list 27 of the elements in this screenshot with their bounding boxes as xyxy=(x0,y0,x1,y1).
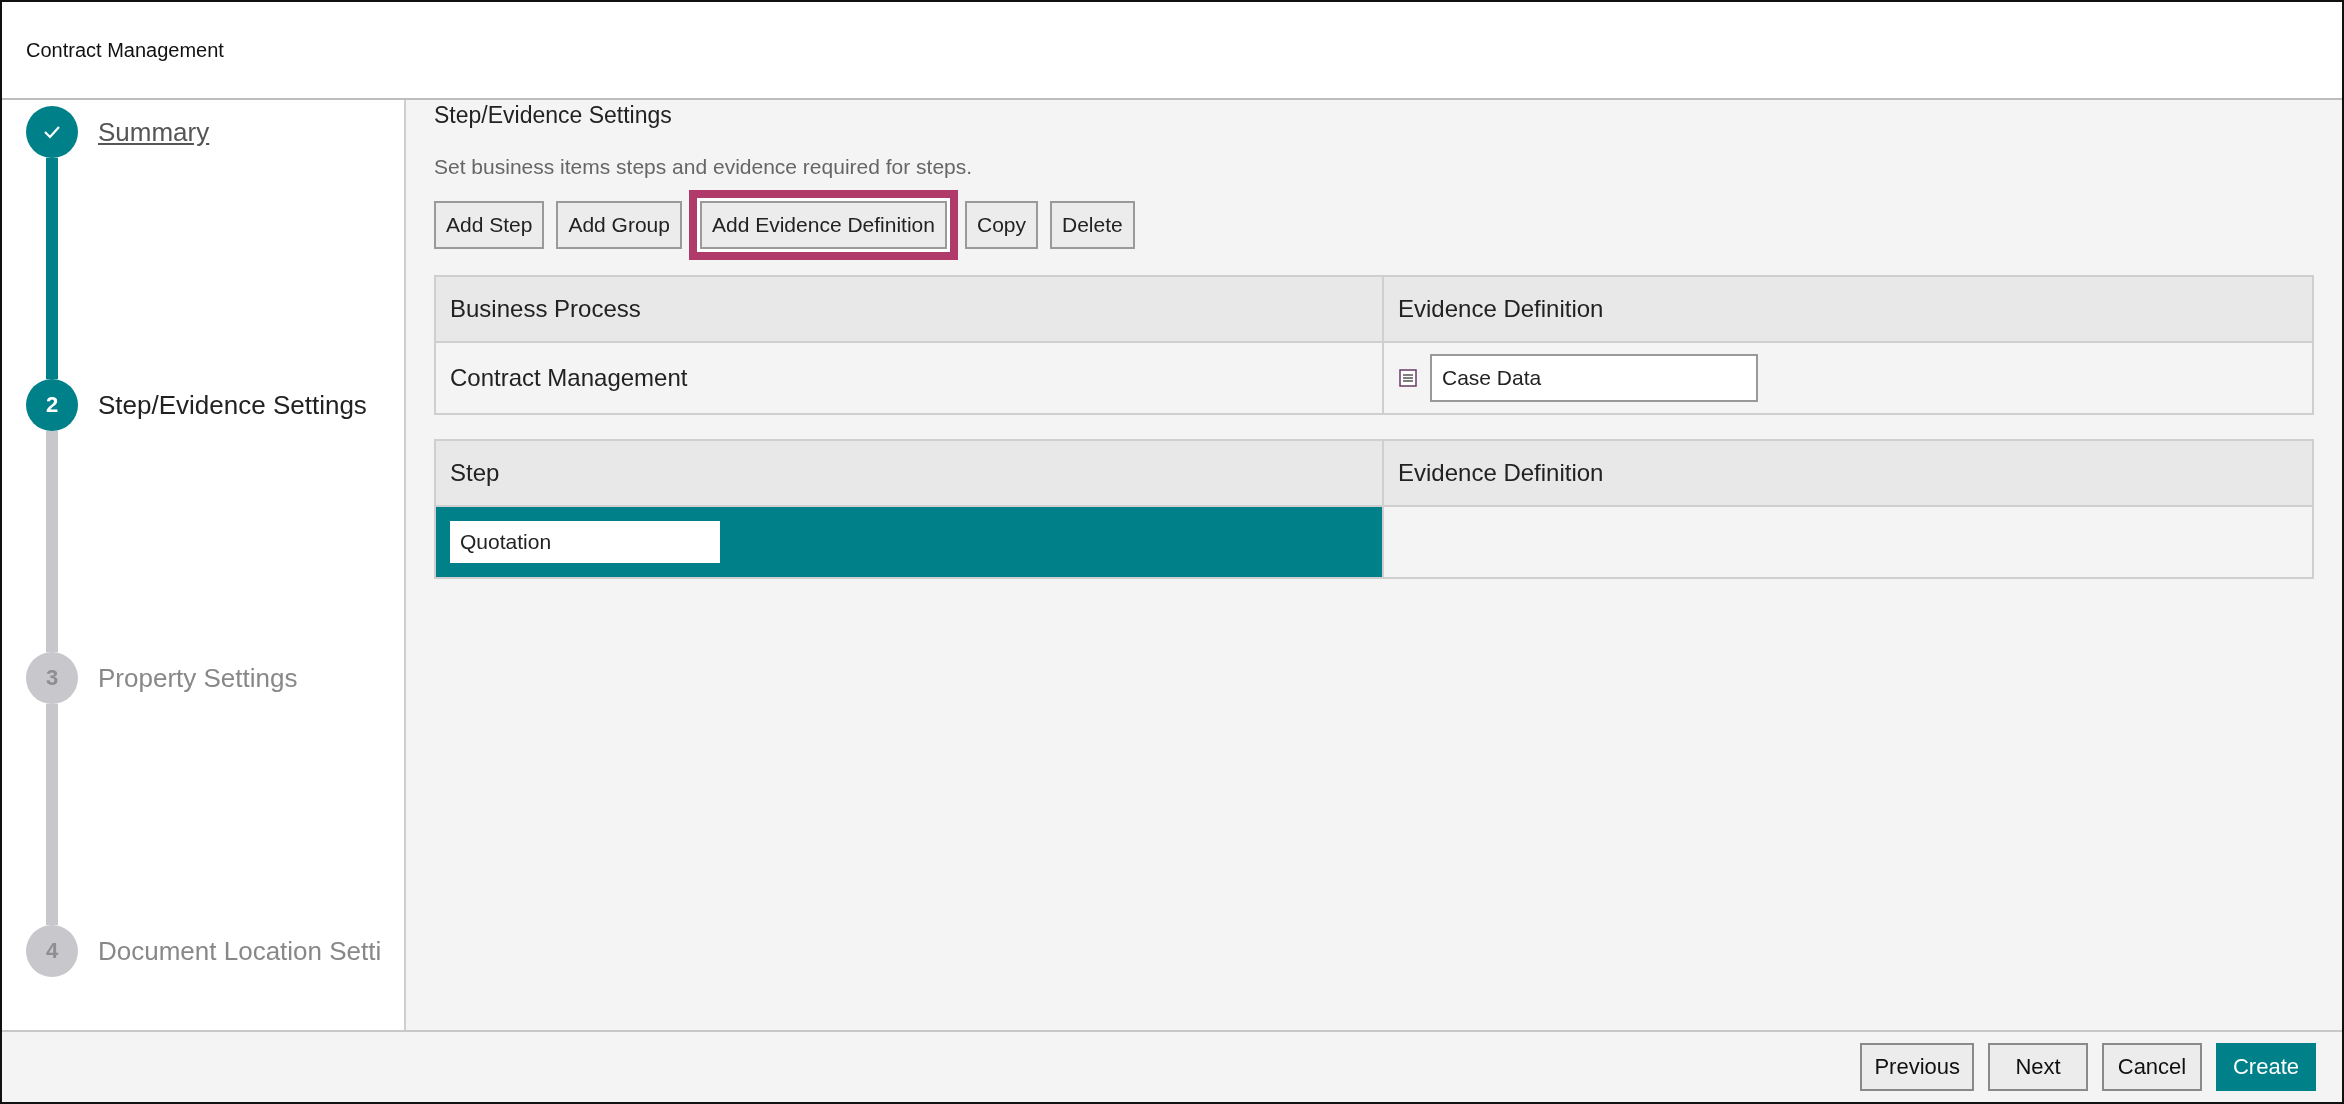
step-indicator: 3 xyxy=(26,652,78,704)
toolbar-button[interactable]: Copy xyxy=(964,201,1038,249)
column-header: Business Process xyxy=(436,277,1382,343)
step-cell[interactable]: Quotation xyxy=(436,507,1382,577)
toolbar-button[interactable]: Delete xyxy=(1050,201,1135,249)
primary-button[interactable]: Create xyxy=(2216,1043,2316,1091)
column-header: Evidence Definition xyxy=(1382,441,2312,507)
step-indicator: 4 xyxy=(26,925,78,977)
column-header: Step xyxy=(436,441,1382,507)
section-description: Set business items steps and evidence required for steps. xyxy=(434,155,974,179)
section-title: Step/Evidence Settings xyxy=(434,102,673,129)
evidence-field[interactable]: Case Data xyxy=(1430,354,1758,402)
footer-button[interactable]: Next xyxy=(1988,1043,2088,1091)
step-name-field[interactable]: Quotation xyxy=(450,521,720,563)
toolbar-button[interactable]: Add Step xyxy=(434,201,545,249)
step-label: Step/Evidence Settings xyxy=(98,389,367,421)
footer-button[interactable]: Previous xyxy=(1860,1043,1974,1091)
footer-button[interactable]: Cancel xyxy=(2102,1043,2202,1091)
column-header: Evidence Definition xyxy=(1382,277,2312,343)
step-label: Document Location Setti xyxy=(98,935,382,967)
toolbar-button[interactable]: Add Group xyxy=(556,201,682,249)
step-label[interactable]: Summary xyxy=(98,116,210,148)
toolbar-button[interactable]: Add Evidence Definition xyxy=(700,201,947,249)
step-indicator: 2 xyxy=(26,379,78,431)
window-title: Contract Management xyxy=(26,38,224,62)
step-label: Property Settings xyxy=(98,662,298,694)
list-icon xyxy=(1398,368,1418,388)
